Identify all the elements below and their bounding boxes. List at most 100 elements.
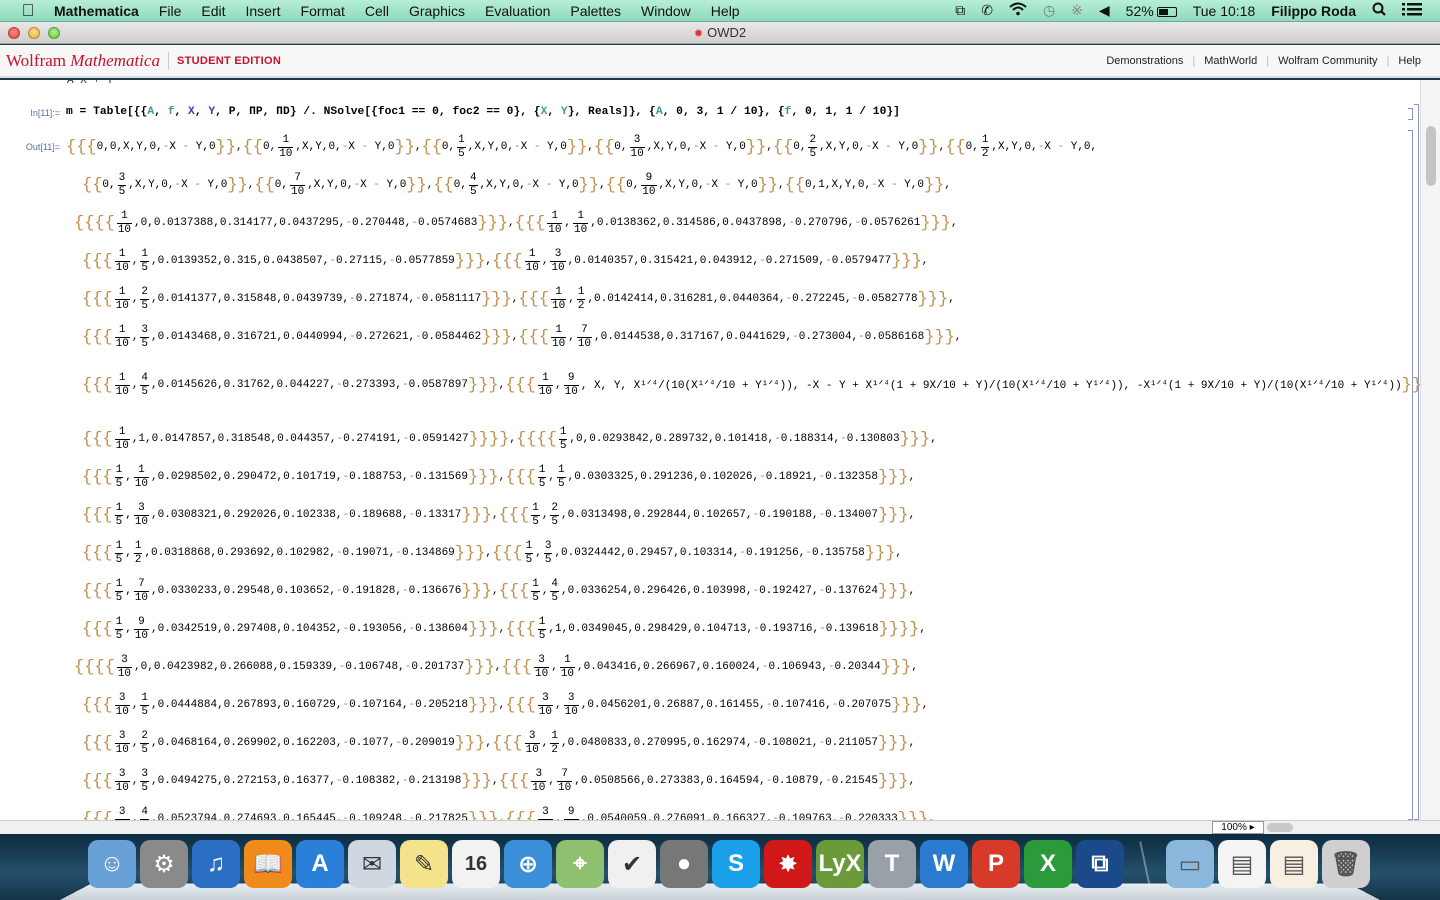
dock-skype-icon[interactable]: S (712, 840, 760, 888)
open-brace: { (505, 375, 516, 395)
dock-vmware-fusion-icon[interactable]: ⧉ (1076, 840, 1124, 888)
dock-documents-icon[interactable]: ▭ (1166, 840, 1214, 888)
number: -0.10879 (765, 775, 819, 787)
open-brace: { (518, 289, 529, 309)
open-brace: { (525, 619, 536, 639)
dock-app-store-icon[interactable]: A (296, 840, 344, 888)
denominator: 5 (531, 590, 540, 604)
open-brace: { (519, 771, 530, 791)
open-brace: { (498, 771, 509, 791)
bluetooth-icon[interactable]: ※ (1063, 2, 1091, 19)
open-brace: { (515, 809, 526, 821)
close-brace: } (757, 175, 768, 195)
menu-window[interactable]: Window (631, 3, 701, 19)
dock-finder-icon[interactable]: ☺ (88, 840, 136, 888)
open-brace: { (102, 619, 113, 639)
wifi-icon[interactable] (1001, 2, 1035, 19)
minus-sign: - (349, 331, 356, 343)
value: 0 (399, 179, 407, 191)
output-cell-bracket[interactable] (1408, 130, 1413, 820)
group-cell-bracket[interactable] (1414, 104, 1419, 820)
link-wolfram-community[interactable]: Wolfram Community (1269, 55, 1386, 67)
horizontal-scroll-thumb[interactable] (1267, 823, 1293, 832)
numerator: 1 (134, 539, 142, 552)
dock-maps-icon[interactable]: ⌖ (556, 840, 604, 888)
menu-help[interactable]: Help (701, 3, 750, 19)
notebook-area[interactable]: A X + Y In[11]:= m = Table[{{A, f, X, Y,… (0, 80, 1440, 820)
screen-mirroring-icon[interactable]: ⧉ (947, 2, 973, 19)
dock-trash-icon[interactable]: 🗑 (1322, 840, 1370, 888)
open-brace: { (102, 375, 113, 395)
phone-icon[interactable]: ✆ (973, 2, 1001, 19)
menu-edit[interactable]: Edit (191, 3, 235, 19)
menu-palettes[interactable]: Palettes (560, 3, 631, 19)
dock-mail-icon[interactable]: ✉ (348, 840, 396, 888)
number: -0.108021 (752, 737, 812, 749)
dock-texshop-icon[interactable]: T (868, 840, 916, 888)
vertical-scroll-thumb[interactable] (1426, 126, 1436, 186)
open-brace: { (92, 619, 103, 639)
var-X: X (188, 106, 195, 118)
link-demonstrations[interactable]: Demonstrations (1097, 55, 1192, 67)
dock-excel-icon[interactable]: X (1024, 840, 1072, 888)
dock: ☺ ⚙ ♫ 📖 A ✉ ✎ 16 ⊕ ⌖ ✔ ● S ✸ LyX T W P X ⧉ ▭ ▤ ▤ 🗑 (0, 834, 1440, 900)
open-brace: { (92, 467, 103, 487)
dock-system-preferences-icon[interactable]: ⚙ (140, 840, 188, 888)
dock-word-icon[interactable]: W (920, 840, 968, 888)
close-brace: } (471, 581, 482, 601)
open-brace: { (515, 375, 526, 395)
menu-graphics[interactable]: Graphics (399, 3, 475, 19)
menu-app-name[interactable]: Mathematica (54, 3, 149, 19)
value: Y (1011, 141, 1018, 153)
value: Y (666, 141, 674, 153)
dock-powerpoint-icon[interactable]: P (972, 840, 1020, 888)
denominator: 10 (133, 514, 150, 528)
user-name[interactable]: Filippo Roda (1263, 3, 1364, 19)
value: 0 (691, 179, 699, 191)
link-mathworld[interactable]: MathWorld (1195, 55, 1266, 67)
close-brace: } (898, 581, 909, 601)
dock-reminders-icon[interactable]: ✔ (608, 840, 656, 888)
menu-evaluation[interactable]: Evaluation (475, 3, 560, 19)
dock-safari-icon[interactable]: ⊕ (504, 840, 552, 888)
dock-notes-icon[interactable]: ✎ (400, 840, 448, 888)
minus-sign: - (408, 509, 416, 521)
open-brace: { (252, 137, 263, 157)
number: -0.107164 (342, 699, 402, 711)
dock-facetime-icon[interactable]: ● (660, 840, 708, 888)
zoom-level-control[interactable]: 100% ▸ (1212, 821, 1264, 834)
menu-insert[interactable]: Insert (236, 3, 291, 19)
dock-calendar-icon[interactable]: 16 (452, 840, 500, 888)
link-help[interactable]: Help (1389, 55, 1430, 67)
menu-format[interactable]: Format (291, 3, 355, 19)
clock[interactable]: Tue 10:18 (1185, 3, 1264, 19)
symbolic-solution: {{0, 45, X, Y, 0, -X - Y, 0}}, (433, 171, 606, 198)
vertical-scrollbar[interactable] (1420, 80, 1440, 820)
dock-lyx-icon[interactable]: LyX (816, 840, 864, 888)
dock-mathematica-icon[interactable]: ✸ (764, 840, 812, 888)
apple-logo-icon[interactable]:  (17, 1, 39, 21)
denominator: 10 (551, 336, 567, 350)
numerator: 7 (138, 577, 145, 590)
menu-file[interactable]: File (149, 3, 192, 19)
numerator: 4 (141, 805, 149, 818)
search-icon[interactable] (1364, 2, 1394, 19)
time-machine-icon[interactable]: ◷ (1035, 2, 1063, 19)
list-icon[interactable] (1394, 2, 1430, 19)
volume-icon[interactable]: ◀ (1091, 2, 1118, 19)
menu-cell[interactable]: Cell (355, 3, 399, 19)
number: -0.134869 (395, 547, 455, 559)
battery-indicator[interactable]: 52% (1118, 3, 1185, 19)
dock-itunes-icon[interactable]: ♫ (192, 840, 240, 888)
dock-screenshot-icon[interactable]: ▤ (1218, 840, 1266, 888)
input-cell[interactable]: m = Table[{{A, f, X, Y, P, ΠP, ΠD} /. NS… (66, 106, 900, 118)
number: -0.190188 (752, 509, 812, 521)
input-cell-bracket[interactable] (1408, 108, 1413, 120)
dock-ibooks-icon[interactable]: 📖 (244, 840, 292, 888)
dock-lyx-document-icon[interactable]: ▤ (1270, 840, 1318, 888)
close-brace: } (897, 809, 908, 821)
close-brace: } (864, 543, 875, 563)
number: 0.102026 (699, 471, 753, 483)
open-brace: { (102, 581, 113, 601)
fraction: 15 (558, 426, 568, 453)
